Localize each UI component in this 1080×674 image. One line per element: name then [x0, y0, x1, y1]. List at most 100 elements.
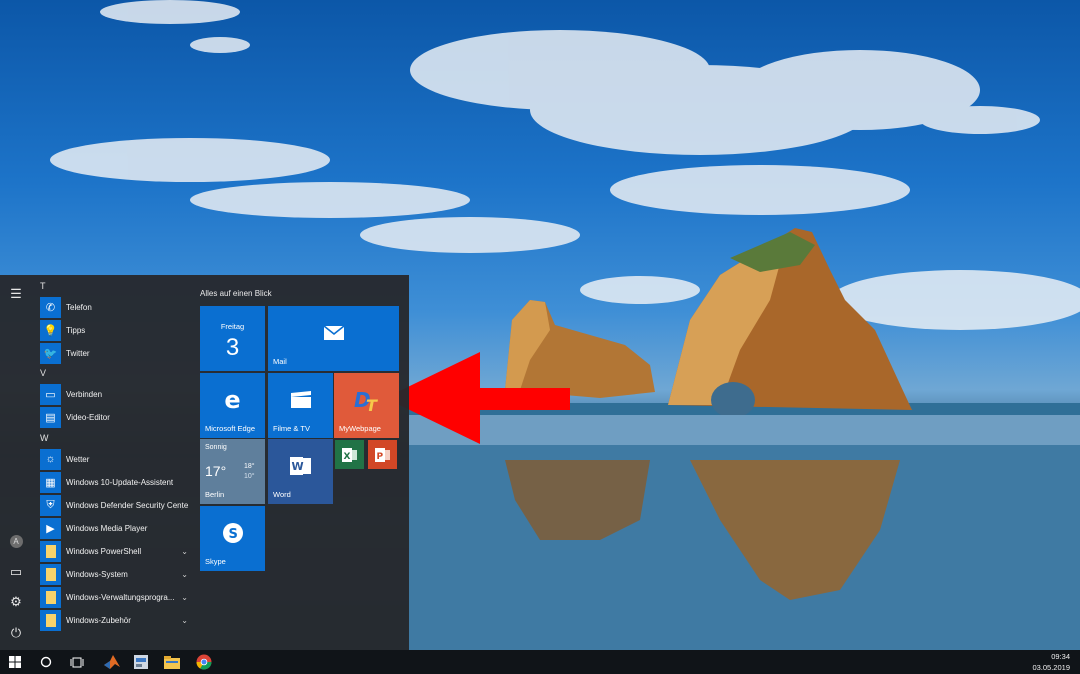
- tiles-group-header: Alles auf einen Blick: [200, 289, 272, 298]
- skype-icon: S: [200, 506, 265, 559]
- app-list-item-label: Windows-Zubehör: [66, 616, 131, 626]
- folder-icon: [40, 610, 61, 632]
- svg-text:S: S: [228, 527, 237, 542]
- app-list-item-label: Windows-System: [66, 570, 128, 579]
- task-view-button[interactable]: [62, 650, 92, 674]
- films-tv-tile-label: Filme & TV: [273, 424, 310, 433]
- mywebpage-tile[interactable]: D T MyWebpage: [334, 373, 399, 438]
- weather-city: Berlin: [205, 490, 225, 499]
- app-list-item[interactable]: ▤ Video-Editor: [40, 407, 188, 429]
- lightbulb-icon: 💡: [40, 320, 61, 342]
- app-list-item-label: Twitter: [66, 349, 90, 359]
- chevron-down-icon[interactable]: ⌄: [181, 616, 188, 625]
- app-list-item-label: Telefon: [66, 303, 92, 312]
- chrome-icon: [196, 654, 212, 670]
- app-list-item[interactable]: 💡 Tipps: [40, 320, 188, 342]
- mail-tile[interactable]: Mail: [268, 306, 399, 371]
- shield-icon: ⛨: [40, 494, 61, 516]
- start-menu: ☰ A ▭ ⚙ ⏻ T ✆ Telefon 💡 Tipps 🐦 Twitter V ▭ Verbi…: [0, 275, 409, 650]
- phone-icon: ✆: [40, 297, 61, 318]
- section-letter-w[interactable]: W: [40, 433, 49, 443]
- app-list-item[interactable]: ☼ Wetter: [40, 448, 188, 470]
- calendar-date: 3: [225, 334, 240, 361]
- windows-logo-icon: [9, 656, 21, 668]
- skype-tile-label: Skype: [205, 557, 226, 566]
- taskbar-app-tool[interactable]: [126, 650, 156, 674]
- sun-icon: ☼: [40, 448, 61, 470]
- taskbar-app-matlab[interactable]: [97, 650, 127, 674]
- films-tv-tile[interactable]: Filme & TV: [268, 373, 333, 438]
- powerpoint-tile[interactable]: P: [368, 440, 397, 469]
- powerpoint-icon: P: [368, 440, 397, 469]
- taskbar-app-chrome[interactable]: [189, 650, 219, 674]
- clock-time: 09:34: [1051, 652, 1070, 661]
- svg-text:P: P: [376, 452, 383, 462]
- app-list-item[interactable]: ▦ Windows 10-Update-Assistent: [40, 471, 188, 493]
- video-editor-icon: ▤: [40, 407, 61, 429]
- start-button[interactable]: [0, 650, 30, 674]
- clock-date: 03.05.2019: [1032, 663, 1070, 672]
- power-icon[interactable]: ⏻: [6, 623, 26, 643]
- excel-tile[interactable]: X: [335, 440, 364, 469]
- windows-icon: ▦: [40, 471, 61, 493]
- svg-text:W: W: [291, 460, 303, 473]
- app-list-item-label: Windows Media Player: [66, 523, 148, 533]
- chevron-down-icon[interactable]: ⌄: [181, 547, 188, 556]
- media-player-icon: ▶: [40, 517, 61, 539]
- system-clock[interactable]: 09:34 03.05.2019: [1032, 651, 1070, 673]
- settings-gear-icon[interactable]: ⚙: [6, 592, 26, 612]
- mywebpage-logo-icon: D T: [334, 373, 399, 426]
- mail-icon: [268, 306, 399, 359]
- app-list-item[interactable]: ▭ Verbinden: [40, 384, 188, 406]
- microsoft-edge-tile[interactable]: e Microsoft Edge: [200, 373, 265, 438]
- clapperboard-icon: [268, 373, 333, 426]
- taskbar-app-explorer[interactable]: [157, 650, 187, 674]
- weather-high: 18°: [244, 463, 255, 470]
- calendar-tile[interactable]: Freitag 3: [200, 306, 265, 371]
- app-list-item[interactable]: ⛨ Windows Defender Security Center: [40, 494, 188, 516]
- search-button[interactable]: [31, 650, 61, 674]
- folder-icon: [40, 564, 61, 585]
- task-view-icon: [70, 657, 84, 667]
- user-account-icon[interactable]: A: [6, 531, 26, 551]
- section-letter-v[interactable]: V: [40, 368, 46, 378]
- connect-icon: ▭: [40, 384, 61, 406]
- app-list-item-label: Tipps: [66, 326, 86, 336]
- app-list-item-label: Video-Editor: [66, 413, 110, 423]
- folder-icon: [40, 587, 61, 609]
- app-list-item[interactable]: 🐦 Twitter: [40, 343, 188, 365]
- word-tile[interactable]: W Word: [268, 439, 333, 504]
- folder-icon: [40, 540, 61, 562]
- app-list-item[interactable]: Windows-Zubehör ⌄: [40, 610, 188, 632]
- app-list-item-label: Windows-Verwaltungsprogra...: [66, 593, 175, 603]
- calendar-day: Freitag: [220, 322, 245, 331]
- app-list-item-label: Verbinden: [66, 390, 103, 400]
- app-list-item[interactable]: Windows PowerShell ⌄: [40, 540, 188, 562]
- app-list-item-label: Windows Defender Security Center: [66, 500, 188, 510]
- app-list-item-label: Windows 10-Update-Assistent: [66, 477, 174, 487]
- pictures-icon[interactable]: ▭: [6, 562, 26, 582]
- search-circle-icon: [40, 656, 52, 668]
- app-list-item[interactable]: ✆ Telefon: [40, 297, 188, 318]
- excel-icon: X: [335, 440, 364, 469]
- matlab-icon: [104, 655, 120, 669]
- app-list-item[interactable]: Windows-System ⌄: [40, 564, 188, 585]
- svg-text:X: X: [343, 452, 350, 462]
- folder-icon: [164, 655, 180, 669]
- skype-tile[interactable]: S Skype: [200, 506, 265, 571]
- app-list-item[interactable]: Windows-Verwaltungsprogra... ⌄: [40, 587, 188, 609]
- chevron-down-icon[interactable]: ⌄: [181, 593, 188, 602]
- mywebpage-tile-label: MyWebpage: [339, 424, 381, 433]
- app-window-icon: [134, 655, 148, 669]
- weather-low: 10°: [244, 473, 255, 480]
- app-list-item[interactable]: ▶ Windows Media Player: [40, 517, 188, 539]
- weather-condition: Sonnig: [205, 444, 227, 451]
- hamburger-menu-icon[interactable]: ☰: [6, 284, 26, 304]
- section-letter-t[interactable]: T: [40, 281, 46, 291]
- edge-icon: e: [224, 385, 241, 414]
- red-arrow-annotation: [385, 352, 570, 444]
- weather-tile[interactable]: Sonnig 17° 18° 10° Berlin: [200, 439, 265, 504]
- chevron-down-icon[interactable]: ⌄: [181, 570, 188, 579]
- twitter-icon: 🐦: [40, 343, 61, 365]
- start-menu-rail: ☰ A ▭ ⚙ ⏻: [0, 275, 32, 650]
